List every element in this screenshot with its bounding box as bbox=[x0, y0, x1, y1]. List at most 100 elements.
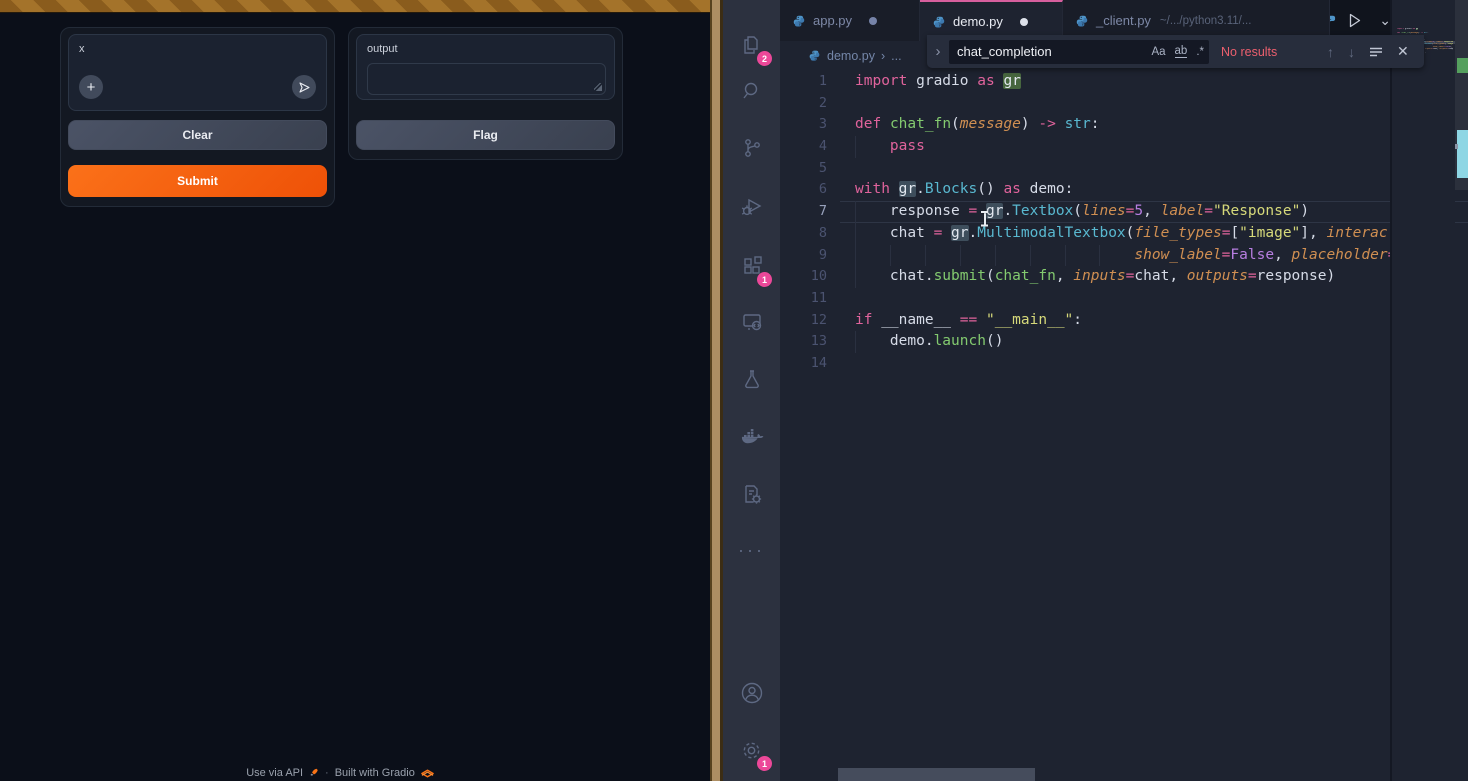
sidebar-item-run-debug[interactable] bbox=[723, 184, 780, 230]
regex-icon[interactable]: .* bbox=[1196, 46, 1204, 58]
run-python-file-button[interactable] bbox=[1346, 12, 1363, 29]
code-line[interactable]: 5 bbox=[780, 158, 1468, 180]
output-textbox-block: output bbox=[356, 34, 615, 100]
line-number: 10 bbox=[780, 266, 827, 288]
whole-word-icon[interactable]: ab bbox=[1175, 45, 1188, 58]
input-column-card: x + Clear Submit bbox=[60, 27, 335, 207]
multimodal-textbox-block[interactable]: x + bbox=[68, 34, 327, 111]
plus-icon: + bbox=[87, 80, 96, 95]
overview-ruler[interactable] bbox=[1455, 0, 1468, 781]
python-file-icon bbox=[808, 49, 821, 62]
settings-badge: 1 bbox=[757, 756, 772, 771]
code-line[interactable]: 3def chat_fn(message) -> str: bbox=[780, 114, 1468, 136]
breadcrumb[interactable]: demo.py › ... bbox=[780, 41, 902, 70]
sidebar-item-testing[interactable] bbox=[723, 356, 780, 402]
desktop-gap-strip bbox=[710, 0, 723, 781]
code-line[interactable]: 1import gradio as gr bbox=[780, 71, 1468, 93]
editor-group: app.py demo.py _client.py ~/.../python3.… bbox=[780, 0, 1468, 781]
code-lines: 1import gradio as gr23def chat_fn(messag… bbox=[780, 71, 1468, 375]
code-line[interactable]: 14 bbox=[780, 353, 1468, 375]
account-icon bbox=[739, 680, 765, 706]
tab-label: demo.py bbox=[953, 14, 1003, 29]
clear-button[interactable]: Clear bbox=[68, 120, 327, 150]
sidebar-item-extensions[interactable]: 1 bbox=[723, 243, 780, 289]
line-number: 2 bbox=[780, 93, 827, 115]
sidebar-item-settings[interactable]: 1 bbox=[723, 727, 780, 773]
line-number: 9 bbox=[780, 245, 827, 267]
submit-button-label: Submit bbox=[177, 174, 218, 188]
ruler-marker-green bbox=[1457, 58, 1468, 73]
find-results-status: No results bbox=[1221, 45, 1309, 59]
horizontal-scrollbar[interactable] bbox=[838, 768, 1035, 781]
line-number: 4 bbox=[780, 136, 827, 158]
use-via-api-link[interactable]: Use via API bbox=[246, 767, 303, 779]
match-case-icon[interactable]: Aa bbox=[1151, 46, 1165, 58]
file-gear-icon bbox=[740, 482, 764, 506]
remote-monitor-icon bbox=[739, 309, 765, 335]
python-file-icon bbox=[1330, 14, 1338, 28]
send-button[interactable] bbox=[292, 75, 316, 99]
code-line[interactable]: 6with gr.Blocks() as demo: bbox=[780, 179, 1468, 201]
sidebar-item-source-control[interactable] bbox=[723, 125, 780, 171]
tab-path-description: ~/.../python3.11/... bbox=[1160, 15, 1252, 27]
line-number: 5 bbox=[780, 158, 827, 180]
close-icon[interactable]: ✕ bbox=[1397, 43, 1409, 60]
line-number: 6 bbox=[780, 179, 827, 201]
tab-app-py[interactable]: app.py bbox=[780, 0, 920, 41]
mouse-ibeam-cursor bbox=[980, 211, 989, 226]
output-textarea[interactable] bbox=[367, 63, 606, 95]
code-line[interactable]: 9 show_label=False, placeholder= bbox=[780, 245, 1468, 267]
code-line[interactable]: 10 chat.submit(chat_fn, inputs=chat, out… bbox=[780, 266, 1468, 288]
find-widget: › Aa ab .* No results ↑ ↓ ✕ bbox=[927, 35, 1424, 68]
submit-button[interactable]: Submit bbox=[68, 165, 327, 197]
python-file-icon bbox=[792, 14, 806, 28]
code-line[interactable]: 4 pass bbox=[780, 136, 1468, 158]
explorer-badge: 2 bbox=[757, 51, 772, 66]
footer-separator: · bbox=[325, 767, 329, 779]
tab-label: _client.py bbox=[1096, 13, 1151, 28]
minimap[interactable]: import gradio as grdef chat_fn(message) … bbox=[1390, 0, 1455, 781]
debug-icon bbox=[739, 194, 765, 220]
vscode-window: 2 1 bbox=[723, 0, 1468, 781]
modified-dot-icon[interactable] bbox=[869, 17, 877, 25]
sidebar-item-search[interactable] bbox=[723, 68, 780, 114]
ruler-notch bbox=[1455, 144, 1458, 149]
output-column-card: output Flag bbox=[348, 27, 623, 160]
code-line[interactable]: 8 chat = gr.MultimodalTextbox(file_types… bbox=[780, 223, 1468, 245]
line-number: 3 bbox=[780, 114, 827, 136]
search-icon bbox=[740, 79, 764, 103]
code-line[interactable]: 11 bbox=[780, 288, 1468, 310]
breadcrumb-file[interactable]: demo.py bbox=[827, 49, 875, 63]
gradio-app-pane: x + Clear Submit output Flag bbox=[0, 0, 710, 781]
built-with-gradio-link[interactable]: Built with Gradio bbox=[335, 767, 415, 779]
line-number: 8 bbox=[780, 223, 827, 245]
sidebar-item-remote-explorer[interactable] bbox=[723, 299, 780, 345]
code-line[interactable]: 12if __name__ == "__main__": bbox=[780, 310, 1468, 332]
play-icon bbox=[1346, 12, 1363, 29]
code-line[interactable]: 13 demo.launch() bbox=[780, 331, 1468, 353]
modified-dot-icon[interactable] bbox=[1020, 18, 1028, 26]
sidebar-item-more[interactable]: ··· bbox=[723, 527, 780, 573]
code-line[interactable]: 2 bbox=[780, 93, 1468, 115]
sidebar-item-makefile-tools[interactable] bbox=[723, 471, 780, 517]
find-in-selection-icon[interactable] bbox=[1369, 46, 1383, 58]
sidebar-item-docker[interactable] bbox=[723, 414, 780, 460]
sidebar-item-account[interactable] bbox=[723, 670, 780, 716]
sidebar-item-explorer[interactable]: 2 bbox=[723, 22, 780, 68]
ruler-marker-cyan bbox=[1457, 130, 1468, 178]
attach-file-button[interactable]: + bbox=[79, 75, 103, 99]
python-file-icon bbox=[1075, 14, 1089, 28]
resize-grip-icon[interactable] bbox=[594, 83, 602, 91]
line-number: 14 bbox=[780, 353, 827, 375]
code-line[interactable]: 7 response = gr.Textbox(lines=5, label="… bbox=[780, 201, 1468, 223]
breadcrumb-more[interactable]: ... bbox=[891, 49, 901, 63]
toggle-replace-chevron[interactable]: › bbox=[927, 43, 949, 60]
flag-button[interactable]: Flag bbox=[356, 120, 615, 150]
find-next-button[interactable]: ↓ bbox=[1348, 44, 1355, 60]
line-number: 7 bbox=[780, 201, 827, 223]
find-previous-button[interactable]: ↑ bbox=[1327, 44, 1334, 60]
extensions-badge: 1 bbox=[757, 272, 772, 287]
line-number: 11 bbox=[780, 288, 827, 310]
output-label: output bbox=[367, 43, 398, 55]
send-icon bbox=[298, 81, 311, 94]
